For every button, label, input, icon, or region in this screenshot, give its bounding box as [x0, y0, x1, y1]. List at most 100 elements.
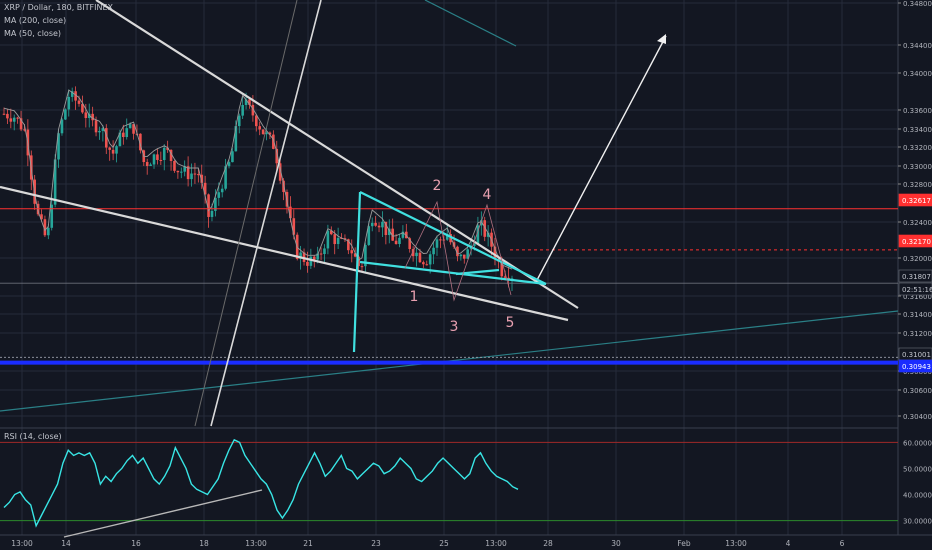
candle-body-22 — [77, 100, 81, 104]
candle-body-56 — [193, 173, 197, 175]
candle-body-128 — [439, 239, 442, 241]
time-tick-4: 13:00 — [245, 539, 267, 548]
candle-body-32 — [111, 149, 115, 154]
price-tick-7: 0.32800 — [903, 181, 932, 189]
price-tag-2: 0.31807 — [902, 273, 931, 281]
price-tick-5: 0.33200 — [903, 144, 932, 152]
price-tag-4: 0.31001 — [902, 351, 931, 359]
legend-ma200: MA (200, close) — [4, 16, 67, 25]
time-tick-0: 13:00 — [11, 539, 33, 548]
candle-body-116 — [398, 237, 401, 245]
candle-body-31 — [108, 147, 111, 150]
candle-body-122 — [418, 252, 422, 263]
candle-body-33 — [115, 146, 118, 154]
price-tick-11: 0.31400 — [903, 311, 932, 319]
candle-body-97 — [333, 234, 337, 245]
candle-body-42 — [145, 162, 149, 166]
candle-body-64 — [220, 188, 224, 193]
wave-label-3: 3 — [450, 319, 459, 335]
time-tick-7: 25 — [439, 539, 449, 548]
time-tick-10: 30 — [611, 539, 621, 548]
candle-body-19 — [67, 96, 71, 110]
rsi-tick-0: 60.0000 — [903, 439, 932, 447]
candle-body-125 — [428, 254, 432, 265]
candle-body-27 — [94, 120, 98, 133]
candle-body-13 — [47, 227, 50, 236]
candle-body-134 — [459, 254, 463, 257]
price-tag-5: 0.30943 — [902, 363, 931, 371]
candle-body-89 — [306, 261, 309, 266]
candle-body-127 — [435, 239, 439, 248]
price-tick-14: 0.30600 — [903, 387, 932, 395]
candle-body-98 — [336, 237, 340, 245]
price-chart[interactable]: 0.34800 0.34400 0.34000 0.33600 0.33400 0.332… — [0, 0, 932, 550]
candle-body-47 — [162, 147, 166, 161]
candle-body-93 — [319, 253, 323, 255]
candle-body-55 — [190, 173, 193, 180]
candle-body-37 — [128, 124, 132, 129]
price-tag-3: 02:51:16 — [902, 286, 932, 294]
candle-body-126 — [432, 247, 435, 255]
time-tick-5: 21 — [303, 539, 313, 548]
candle-body-2 — [9, 118, 13, 122]
wave-label-1: 1 — [410, 289, 419, 305]
price-tick-2: 0.34000 — [903, 70, 932, 78]
candle-body-1 — [6, 113, 9, 119]
time-tick-3: 18 — [199, 539, 209, 548]
candle-body-76 — [261, 129, 265, 135]
candle-body-14 — [50, 204, 54, 228]
candle-body-50 — [173, 160, 176, 171]
candle-body-24 — [84, 112, 88, 119]
price-tick-0: 0.34800 — [903, 0, 932, 8]
candle-body-3 — [12, 117, 16, 122]
candle-body-17 — [60, 119, 64, 134]
candle-body-0 — [2, 113, 6, 115]
level-30943 — [0, 360, 898, 365]
price-tick-15: 0.30400 — [903, 413, 932, 421]
time-tick-11: Feb — [677, 539, 691, 548]
candle-body-51 — [176, 170, 180, 173]
candle-body-115 — [394, 240, 398, 245]
candle-body-43 — [149, 164, 152, 166]
candle-body-63 — [217, 192, 221, 198]
candle-body-108 — [370, 222, 374, 227]
time-tick-8: 13:00 — [485, 539, 507, 548]
price-tick-1: 0.34400 — [903, 42, 932, 50]
price-tick-12: 0.31200 — [903, 330, 932, 338]
candle-body-111 — [381, 221, 384, 228]
candle-body-121 — [415, 252, 418, 257]
candle-body-102 — [350, 250, 354, 254]
legend-rsi: RSI (14, close) — [4, 432, 62, 441]
candle-body-57 — [197, 174, 200, 176]
rsi-tick-2: 40.0000 — [903, 492, 932, 500]
candle-body-124 — [425, 264, 429, 266]
candle-body-28 — [98, 130, 101, 133]
candle-body-91 — [312, 256, 316, 260]
candle-body-67 — [231, 151, 234, 163]
candle-body-135 — [462, 254, 466, 259]
candle-body-90 — [309, 256, 313, 266]
time-tick-6: 23 — [371, 539, 381, 548]
wave-label-2: 2 — [433, 178, 442, 194]
time-tick-2: 16 — [131, 539, 141, 548]
candle-body-44 — [152, 154, 156, 165]
candle-body-36 — [125, 128, 129, 138]
time-tick-1: 14 — [61, 539, 71, 548]
wave-label-4: 4 — [483, 187, 492, 203]
candle-body-74 — [254, 115, 258, 127]
candle-body-61 — [210, 210, 214, 217]
candle-body-109 — [374, 222, 377, 226]
price-tick-9: 0.32000 — [903, 255, 932, 263]
price-tick-8: 0.32400 — [903, 219, 932, 227]
candle-body-70 — [241, 104, 244, 116]
price-tick-6: 0.33000 — [903, 163, 932, 171]
legend-ma50: MA (50, close) — [4, 29, 62, 38]
candle-body-75 — [258, 126, 262, 130]
price-tick-4: 0.33400 — [903, 126, 932, 134]
candle-body-105 — [360, 266, 364, 268]
time-tick-9: 28 — [543, 539, 553, 548]
candle-body-45 — [156, 154, 159, 160]
legend-symbol: XRP / Dollar, 180, BITFINEX — [4, 3, 113, 12]
candle-body-95 — [326, 230, 330, 249]
candle-body-94 — [323, 248, 326, 255]
